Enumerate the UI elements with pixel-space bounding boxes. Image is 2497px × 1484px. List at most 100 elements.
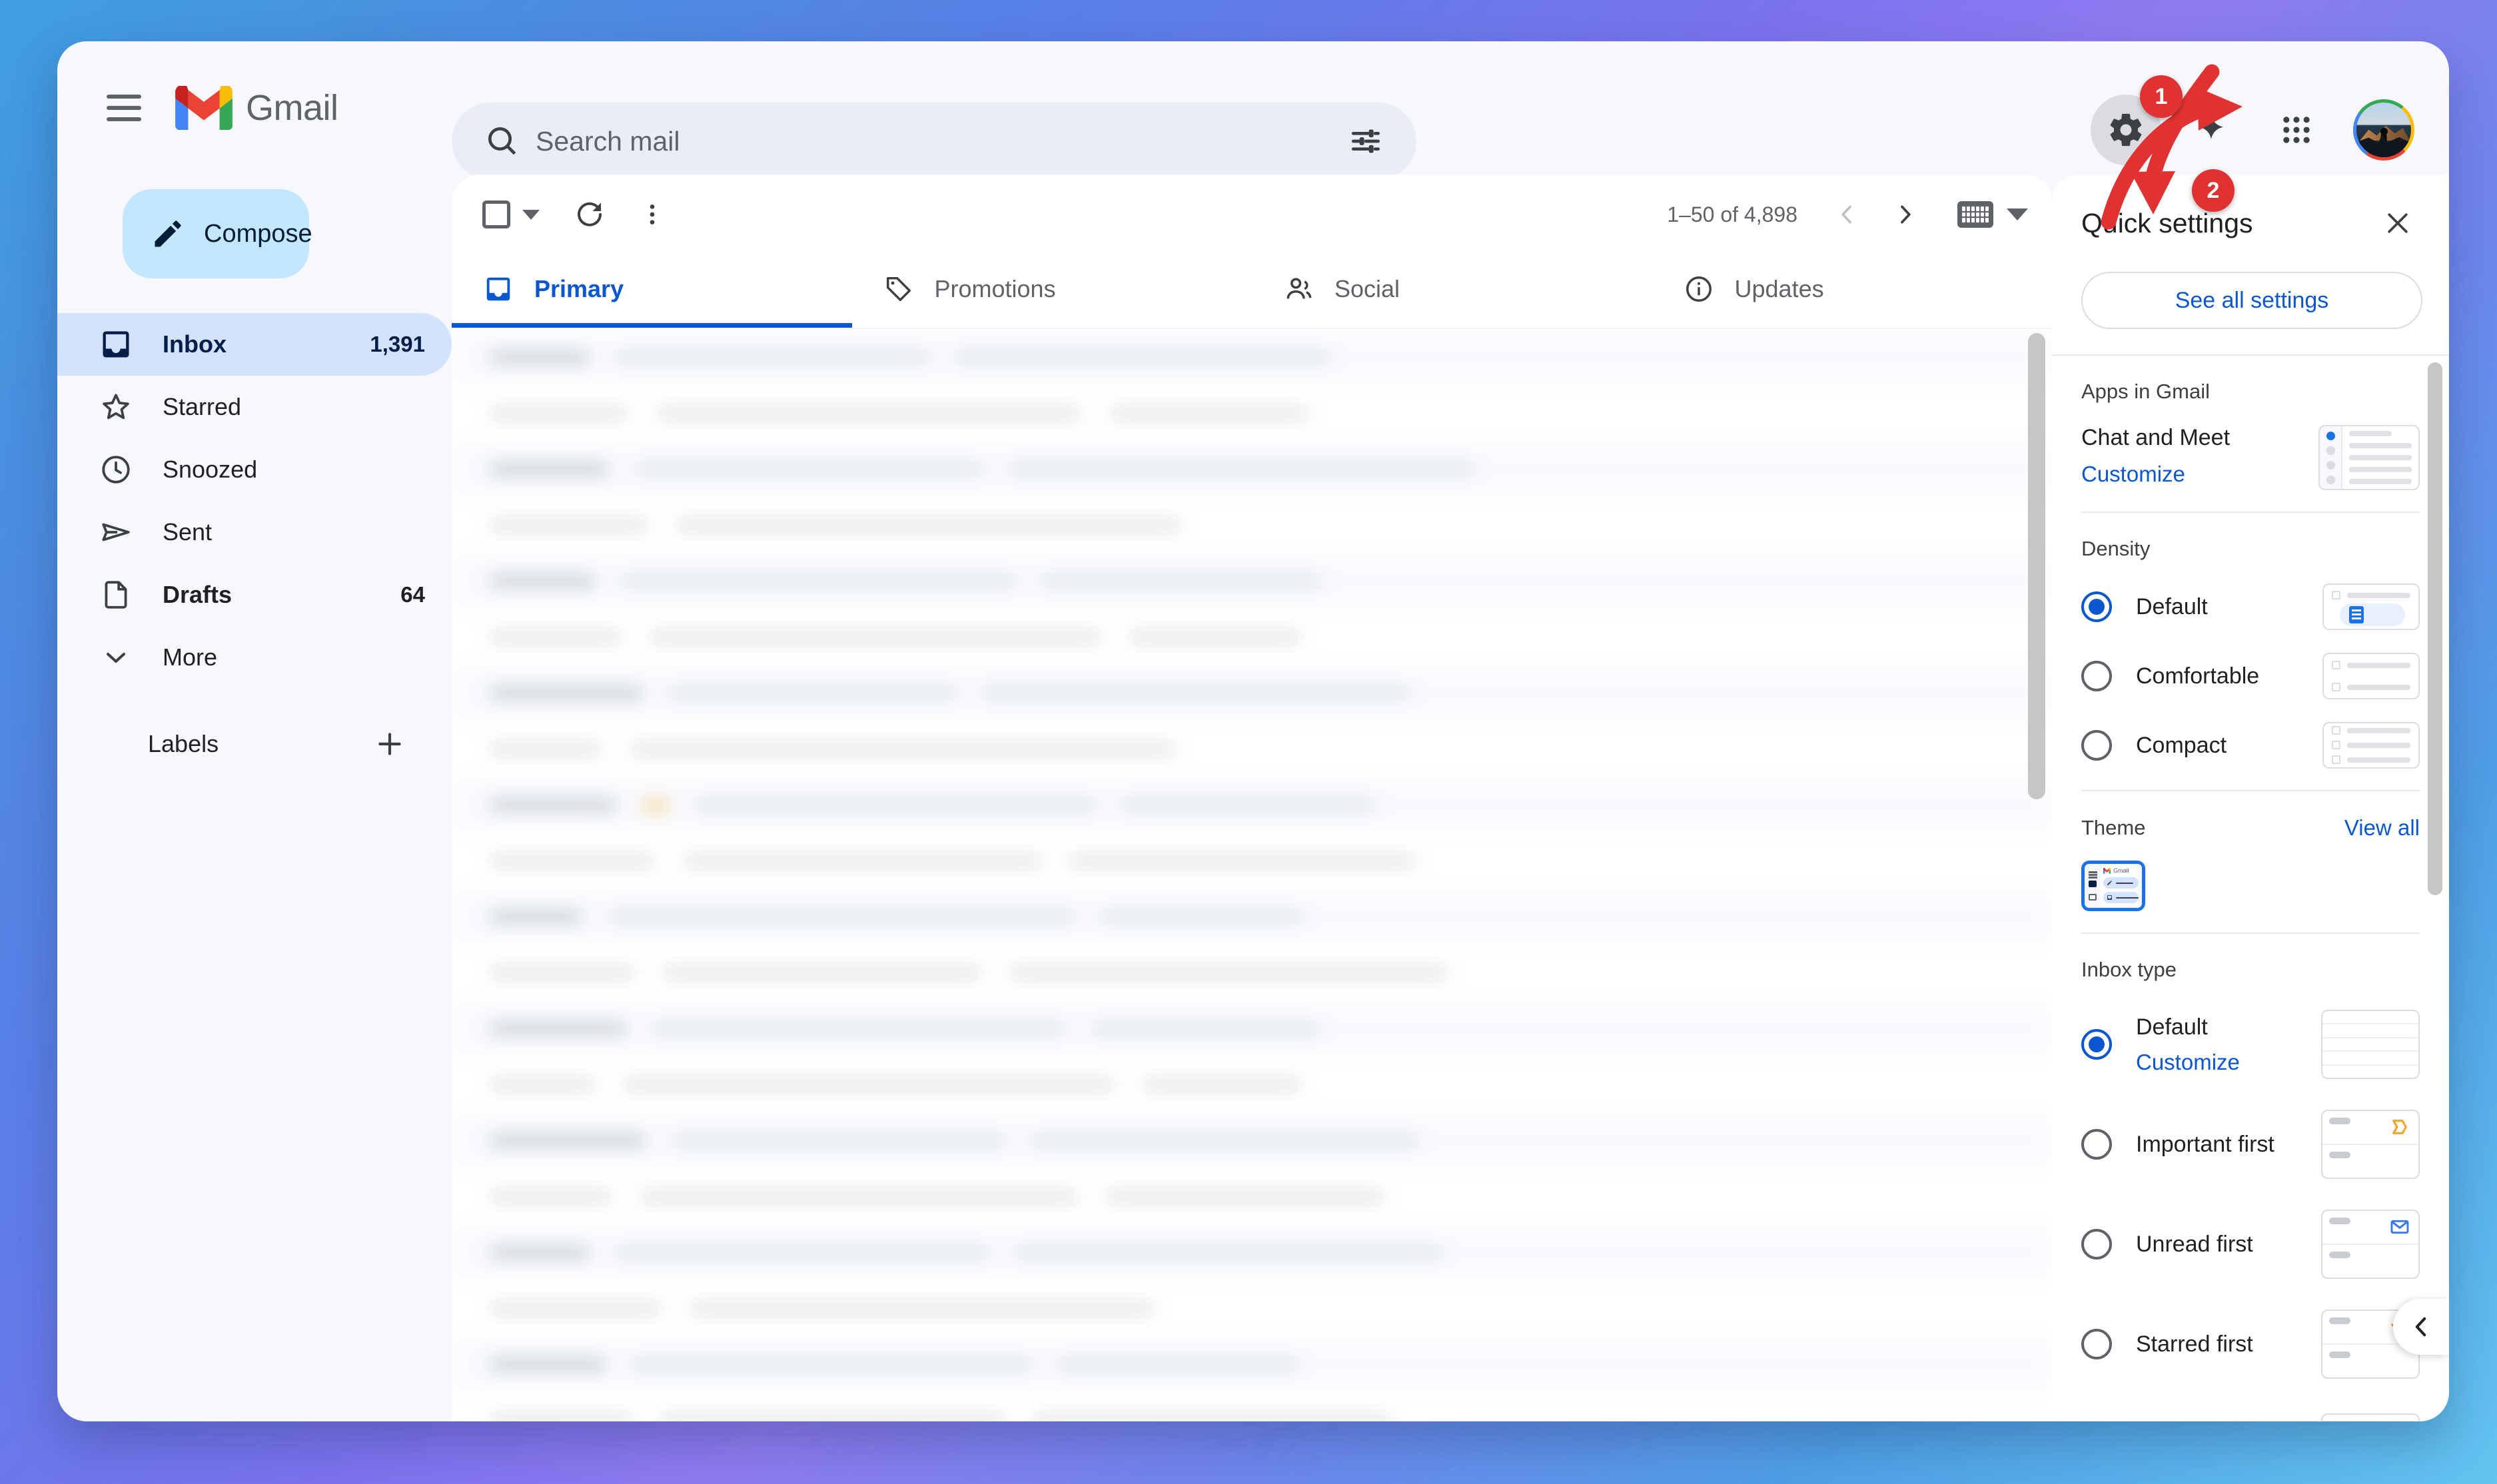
density-compact-thumbnail-icon[interactable] — [2322, 722, 2420, 769]
theme-view-all-link[interactable]: View all — [2344, 815, 2420, 841]
table-row[interactable] — [452, 1168, 2052, 1224]
sidebar-item-label: Sent — [163, 518, 213, 546]
tab-label: Updates — [1734, 274, 1824, 302]
category-tabs: Primary Promotions Social Updates — [452, 254, 2052, 329]
email-list-scrollbar[interactable] — [2028, 333, 2045, 799]
checkbox-icon — [482, 200, 510, 228]
labels-title: Labels — [148, 730, 219, 757]
radio-button[interactable] — [2081, 661, 2112, 691]
inbox-type-option-starred-first[interactable]: Starred first — [2081, 1309, 2420, 1379]
tab-updates[interactable]: Updates — [1652, 254, 2053, 328]
compose-button[interactable]: Compose — [123, 189, 312, 278]
google-apps-button[interactable] — [2261, 95, 2332, 165]
inbox-type-option-important-first[interactable]: Important first — [2081, 1110, 2420, 1179]
compose-label: Compose — [204, 219, 312, 248]
chevron-down-icon[interactable] — [522, 209, 540, 220]
radio-button[interactable] — [2081, 1129, 2112, 1160]
table-row[interactable] — [452, 665, 2052, 721]
sidebar-item-drafts[interactable]: Drafts 64 — [57, 563, 452, 626]
plus-icon[interactable] — [372, 726, 408, 762]
previous-page-button[interactable] — [1821, 189, 1872, 240]
table-row[interactable] — [452, 833, 2052, 889]
chevron-left-icon — [1841, 205, 1851, 224]
table-row[interactable] — [452, 553, 2052, 609]
radio-button[interactable] — [2081, 1029, 2112, 1060]
section-label: Inbox type — [2081, 958, 2177, 981]
density-option-default[interactable]: Default — [2081, 583, 2420, 630]
search-bar[interactable] — [452, 103, 1416, 180]
sidebar-item-sent[interactable]: Sent — [57, 501, 452, 563]
table-row[interactable] — [452, 1000, 2052, 1056]
inbox-default-thumbnail-icon[interactable] — [2321, 1010, 2420, 1079]
settings-gear-button[interactable] — [2091, 95, 2161, 165]
sidebar-item-starred[interactable]: Starred — [57, 376, 452, 438]
header-actions — [2091, 95, 2414, 165]
tab-social[interactable]: Social — [1252, 254, 1652, 328]
density-option-comfortable[interactable]: Comfortable — [2081, 653, 2420, 699]
quick-settings-scroll-area[interactable]: Apps in Gmail Chat and Meet Customize De… — [2052, 354, 2449, 1421]
option-customize-link[interactable]: Customize — [2136, 1050, 2321, 1075]
table-row[interactable] — [452, 1336, 2052, 1392]
inbox-type-option-default[interactable]: Default Customize — [2081, 1010, 2420, 1079]
table-row[interactable] — [452, 889, 2052, 944]
inbox-priority-thumbnail-icon[interactable] — [2321, 1413, 2420, 1421]
table-row[interactable] — [452, 721, 2052, 777]
inbox-important-first-thumbnail-icon[interactable] — [2321, 1110, 2420, 1179]
radio-button[interactable] — [2081, 1229, 2112, 1260]
draft-icon — [99, 577, 133, 612]
refresh-button[interactable] — [562, 187, 617, 242]
email-list[interactable] — [452, 329, 2052, 1421]
sidebar-item-snoozed[interactable]: Snoozed — [57, 438, 452, 501]
sidebar-item-count: 64 — [400, 582, 425, 607]
hamburger-menu-icon[interactable] — [87, 71, 161, 145]
table-row[interactable] — [452, 609, 2052, 665]
inbox-type-option-unread-first[interactable]: Unread first — [2081, 1210, 2420, 1279]
chat-customize-link[interactable]: Customize — [2081, 462, 2230, 487]
theme-default-thumbnail-icon[interactable]: Gmail — [2081, 861, 2145, 911]
tune-filter-icon[interactable] — [1347, 123, 1384, 160]
more-options-button[interactable] — [625, 187, 680, 242]
search-input[interactable] — [536, 125, 1347, 157]
section-label: Theme — [2081, 816, 2146, 839]
table-row[interactable] — [452, 1224, 2052, 1280]
close-button[interactable] — [2373, 198, 2422, 248]
gmail-app-window: Gmail Search mail Compose Inbox 1,391 St… — [57, 41, 2449, 1421]
sidebar-item-label: Snoozed — [163, 456, 258, 483]
section-label: Density — [2081, 537, 2151, 560]
collapse-panel-button[interactable] — [2393, 1299, 2449, 1355]
radio-button[interactable] — [2081, 1329, 2112, 1359]
table-row[interactable] — [452, 329, 2052, 385]
density-default-thumbnail-icon[interactable] — [2322, 583, 2420, 630]
tab-primary[interactable]: Primary — [452, 254, 852, 328]
table-row[interactable] — [452, 385, 2052, 441]
density-option-compact[interactable]: Compact — [2081, 722, 2420, 769]
radio-button[interactable] — [2081, 730, 2112, 761]
radio-button[interactable] — [2081, 591, 2112, 622]
gemini-button[interactable] — [2176, 95, 2247, 165]
option-label: Priority Inbox — [2136, 1418, 2321, 1422]
section-label: Apps in Gmail — [2081, 380, 2210, 403]
apps-preview-thumbnail-icon[interactable] — [2318, 425, 2420, 490]
input-tools-button[interactable] — [1957, 201, 2028, 228]
quick-settings-scrollbar[interactable] — [2428, 362, 2442, 895]
table-row[interactable] — [452, 1280, 2052, 1336]
sidebar-item-more[interactable]: More — [57, 626, 452, 689]
table-row[interactable] — [452, 1056, 2052, 1112]
next-page-button[interactable] — [1880, 189, 1931, 240]
sidebar-nav: Inbox 1,391 Starred Snoozed Sent Drafts … — [57, 313, 452, 689]
tab-label: Promotions — [934, 274, 1056, 302]
inbox-type-option-priority-inbox[interactable]: Priority Inbox Customize — [2081, 1413, 2420, 1421]
table-row[interactable] — [452, 944, 2052, 1000]
sidebar-item-inbox[interactable]: Inbox 1,391 — [57, 313, 452, 376]
inbox-unread-first-thumbnail-icon[interactable] — [2321, 1210, 2420, 1279]
see-all-settings-button[interactable]: See all settings — [2081, 272, 2422, 329]
table-row[interactable] — [452, 441, 2052, 497]
table-row[interactable] — [452, 777, 2052, 833]
table-row[interactable] — [452, 497, 2052, 553]
avatar[interactable] — [2353, 99, 2414, 161]
select-all-checkbox[interactable] — [482, 200, 540, 228]
density-comfortable-thumbnail-icon[interactable] — [2322, 653, 2420, 699]
tab-promotions[interactable]: Promotions — [852, 254, 1252, 328]
table-row[interactable] — [452, 1112, 2052, 1168]
table-row[interactable] — [452, 1392, 2052, 1421]
